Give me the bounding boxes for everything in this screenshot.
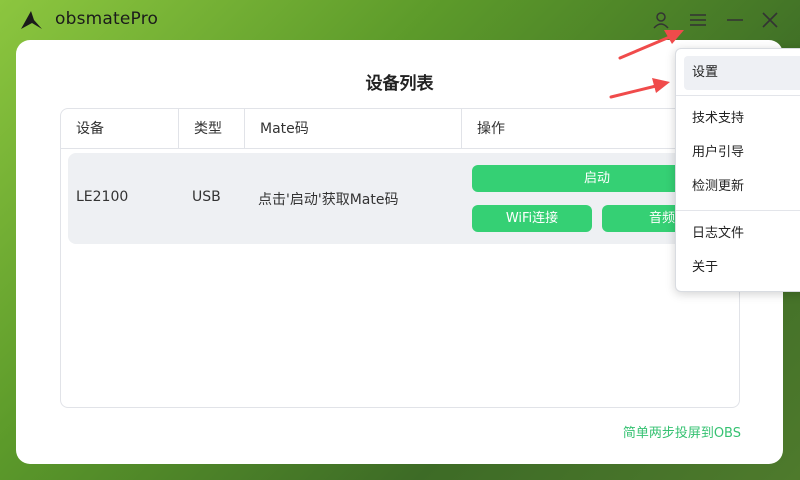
user-icon[interactable] (650, 9, 672, 31)
menu-item-about[interactable]: 关于 (676, 251, 800, 285)
menu-item-check-update[interactable]: 检测更新 (676, 170, 800, 204)
menu-item-tech-support[interactable]: 技术支持 (676, 102, 800, 136)
device-table: 设备 类型 Mate码 操作 LE2100 USB 点击'启动'获取Mate码 … (60, 108, 740, 408)
header-mate-code: Mate码 (244, 109, 461, 149)
obs-guide-link[interactable]: 简单两步投屏到OBS (623, 422, 741, 441)
main-panel: 设备列表 设备 类型 Mate码 操作 LE2100 USB 点击'启动'获取M… (16, 40, 783, 464)
logo-icon (21, 11, 42, 29)
title-bar: obsmatePro (0, 0, 800, 40)
table-row: LE2100 USB 点击'启动'获取Mate码 启动 WiFi连接 音频 (68, 153, 739, 244)
device-type: USB (192, 189, 221, 205)
menu-icon[interactable] (687, 9, 709, 31)
menu-item-user-guide[interactable]: 用户引导 (676, 136, 800, 170)
app-title: obsmatePro (55, 9, 159, 29)
menu-item-settings[interactable]: 设置 (684, 56, 800, 90)
menu-divider (676, 95, 800, 96)
close-icon[interactable] (759, 9, 781, 31)
page-title: 设备列表 (365, 74, 434, 94)
menu-item-log-files[interactable]: 日志文件 (676, 217, 800, 251)
menu-divider (676, 210, 800, 211)
wifi-connect-button[interactable]: WiFi连接 (472, 205, 592, 232)
mate-code: 点击'启动'获取Mate码 (258, 192, 399, 208)
header-device: 设备 (76, 121, 104, 137)
dropdown-menu: 设置 技术支持 用户引导 检测更新 日志文件 关于 (675, 48, 800, 292)
header-type: 类型 (178, 109, 244, 149)
table-header: 设备 类型 Mate码 操作 (61, 109, 739, 149)
device-name: LE2100 (76, 189, 129, 205)
minimize-icon[interactable] (724, 9, 746, 31)
